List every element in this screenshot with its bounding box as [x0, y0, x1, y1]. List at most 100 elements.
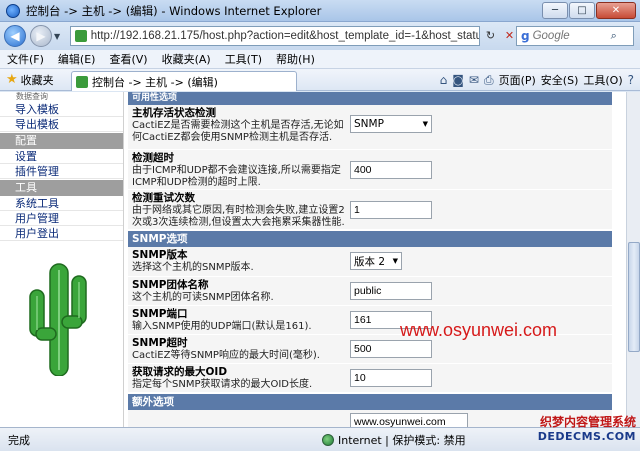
sidebar-item-plugins[interactable]: 插件管理 [0, 164, 123, 179]
page-icon [75, 30, 87, 42]
cactus-logo-icon [29, 263, 87, 376]
print-icon[interactable]: ⎙ [484, 73, 494, 88]
page-menu[interactable]: 页面(P) [499, 72, 536, 88]
row-ping-timeout: 检测超时 由于ICMP和UDP都不会建议连接,所以需要指定ICMP和UDP检测的超… [128, 150, 612, 190]
favorites-label: 收藏夹 [20, 73, 54, 87]
field-title: SNMP超时 [132, 337, 188, 349]
title-bar: 控制台 -> 主机 -> (编辑) - Windows Internet Exp… [0, 0, 640, 22]
field-desc: 输入SNMP使用的UDP端口(默认是161). [132, 321, 312, 332]
field-desc: 这个主机的可读SNMP团体名称. [132, 292, 274, 303]
field-desc: 指定每个SNMP获取请求的最大OID长度. [132, 379, 313, 390]
menu-view[interactable]: 查看(V) [102, 51, 154, 67]
scrollbar-thumb[interactable] [628, 242, 640, 352]
sidebar-item-import-templates[interactable]: 导入模板 [0, 102, 123, 117]
section-extra: 额外选项 [128, 394, 612, 410]
star-icon: ★ [6, 72, 18, 87]
vertical-scrollbar[interactable] [626, 92, 640, 427]
snmp-community-input[interactable] [350, 282, 432, 300]
address-row: ◀ ▶ ▼ http://192.168.21.175/host.php?act… [0, 22, 640, 50]
sidebar-item-export-templates[interactable]: 导出模板 [0, 117, 123, 132]
menu-file[interactable]: 文件(F) [0, 51, 51, 67]
zone-text: Internet | 保护模式: 禁用 [338, 434, 466, 447]
section-availability: 可用性选项 [128, 92, 612, 105]
maximize-button[interactable]: □ [569, 2, 595, 19]
row-snmp-community: SNMP团体名称 这个主机的可读SNMP团体名称. [128, 277, 612, 306]
sidebar-item-logout[interactable]: 用户登出 [0, 226, 123, 241]
address-actions: ↻ ✕ [482, 27, 518, 45]
tab-page-icon [76, 75, 88, 88]
search-box[interactable]: g ⌕ [516, 26, 634, 46]
menu-edit[interactable]: 编辑(E) [51, 51, 103, 67]
field-title: SNMP团体名称 [132, 279, 209, 291]
google-logo-icon: g [521, 29, 530, 43]
refresh-icon[interactable]: ↻ [482, 27, 499, 45]
sidebar: 数据查询 导入模板 导出模板 配置 设置 插件管理 工具 系统工具 用户管理 用… [0, 92, 124, 427]
ping-timeout-input[interactable] [350, 161, 432, 179]
field-desc: CactiEZ等待SNMP响应的最大时间(毫秒). [132, 350, 320, 361]
status-text: 完成 [8, 433, 30, 447]
ie-logo-icon [6, 3, 20, 18]
help-icon[interactable]: ? [628, 73, 634, 87]
field-desc: 由于网络或其它原因,有时检测会失败,建立设置2次或3次连续检测,但设置太大会拖累… [132, 205, 345, 228]
menu-help[interactable]: 帮助(H) [269, 51, 322, 67]
sidebar-item-user-management[interactable]: 用户管理 [0, 211, 123, 226]
row-max-oids: 获取请求的最大OID 指定每个SNMP获取请求的最大OID长度. [128, 364, 612, 393]
tab-title: 控制台 -> 主机 -> (编辑) [92, 75, 218, 89]
sidebar-item-system-tools[interactable]: 系统工具 [0, 196, 123, 211]
host-edit-form: 可用性选项 主机存活状态检测 CactiEZ是否需要检测这个主机是否存活,无论如何… [128, 92, 612, 427]
feeds-icon[interactable]: ◙ [452, 73, 464, 87]
security-zone[interactable]: Internet | 保护模式: 禁用 [322, 432, 466, 448]
command-tools: ⌂ ◙ ✉ ⎙ 页面(P) 安全(S) 工具(O) ? [440, 72, 634, 88]
sidebar-item-settings[interactable]: 设置 [0, 149, 123, 164]
tab-current[interactable]: 控制台 -> 主机 -> (编辑) [71, 71, 297, 91]
chevron-down-icon: ▼ [422, 120, 428, 128]
window-title: 控制台 -> 主机 -> (编辑) - Windows Internet Exp… [26, 3, 322, 18]
back-button[interactable]: ◀ [4, 25, 26, 47]
ping-retries-input[interactable] [350, 201, 432, 219]
extra-notes-input[interactable] [350, 413, 468, 427]
availability-select[interactable]: SNMP ▼ [350, 115, 432, 133]
globe-icon [322, 434, 334, 446]
menu-tools[interactable]: 工具(T) [218, 51, 269, 67]
window-controls: ─ □ ✕ [542, 2, 636, 19]
chevron-down-icon: ▼ [392, 257, 398, 265]
menu-favorites[interactable]: 收藏夹(A) [155, 51, 218, 67]
field-desc: CactiEZ是否需要检测这个主机是否存活,无论如何CactiEZ都会使用SNM… [132, 120, 344, 143]
section-snmp: SNMP选项 [128, 231, 612, 247]
address-bar[interactable]: http://192.168.21.175/host.php?action=ed… [70, 26, 480, 46]
row-ping-retries: 检测重试次数 由于网络或其它原因,有时检测会失败,建立设置2次或3次连续检测,但设… [128, 190, 612, 230]
safety-menu[interactable]: 安全(S) [541, 72, 579, 88]
favorites-button[interactable]: ★ 收藏夹 [6, 72, 54, 88]
field-title: 主机存活状态检测 [132, 107, 216, 119]
history-dropdown-icon[interactable]: ▼ [54, 32, 60, 41]
field-title: 获取请求的最大OID [132, 366, 228, 378]
mail-icon[interactable]: ✉ [469, 73, 479, 87]
corner-watermark-line2: DEDECMS.COM [537, 430, 636, 443]
field-title: 检测重试次数 [132, 192, 195, 204]
corner-watermark: 织梦内容管理系统 DEDECMS.COM [538, 413, 636, 443]
search-icon[interactable]: ⌕ [611, 29, 617, 43]
watermark-text: www.osyunwei.com [400, 320, 558, 340]
search-input[interactable] [532, 30, 609, 42]
row-availability-method: 主机存活状态检测 CactiEZ是否需要检测这个主机是否存活,无论如何CactiE… [128, 105, 612, 150]
url-text[interactable]: http://192.168.21.175/host.php?action=ed… [91, 30, 479, 42]
forward-button[interactable]: ▶ [30, 25, 52, 47]
minimize-button[interactable]: ─ [542, 2, 568, 19]
corner-watermark-line1: 织梦内容管理系统 [539, 415, 636, 429]
field-title: 检测超时 [132, 152, 174, 164]
close-button[interactable]: ✕ [596, 2, 636, 19]
snmp-timeout-input[interactable] [350, 340, 432, 358]
field-title: SNMP版本 [132, 249, 188, 261]
command-bar: ★ 收藏夹 控制台 -> 主机 -> (编辑) ⌂ ◙ ✉ ⎙ 页面(P) 安全… [0, 69, 640, 91]
sidebar-header-tools: 工具 [0, 180, 123, 196]
snmp-version-select[interactable]: 版本 2 ▼ [350, 252, 402, 270]
home-icon[interactable]: ⌂ [440, 73, 448, 87]
menu-bar: 文件(F) 编辑(E) 查看(V) 收藏夹(A) 工具(T) 帮助(H) [0, 50, 640, 69]
field-title: SNMP端口 [132, 308, 188, 320]
page-content: 数据查询 导入模板 导出模板 配置 设置 插件管理 工具 系统工具 用户管理 用… [0, 92, 626, 427]
tools-menu[interactable]: 工具(O) [583, 72, 622, 88]
field-desc: 由于ICMP和UDP都不会建议连接,所以需要指定ICMP和UDP检测的超时上限. [132, 165, 341, 188]
sidebar-header-config: 配置 [0, 133, 123, 149]
row-snmp-version: SNMP版本 选择这个主机的SNMP版本. 版本 2 ▼ [128, 247, 612, 277]
max-oids-input[interactable] [350, 369, 432, 387]
